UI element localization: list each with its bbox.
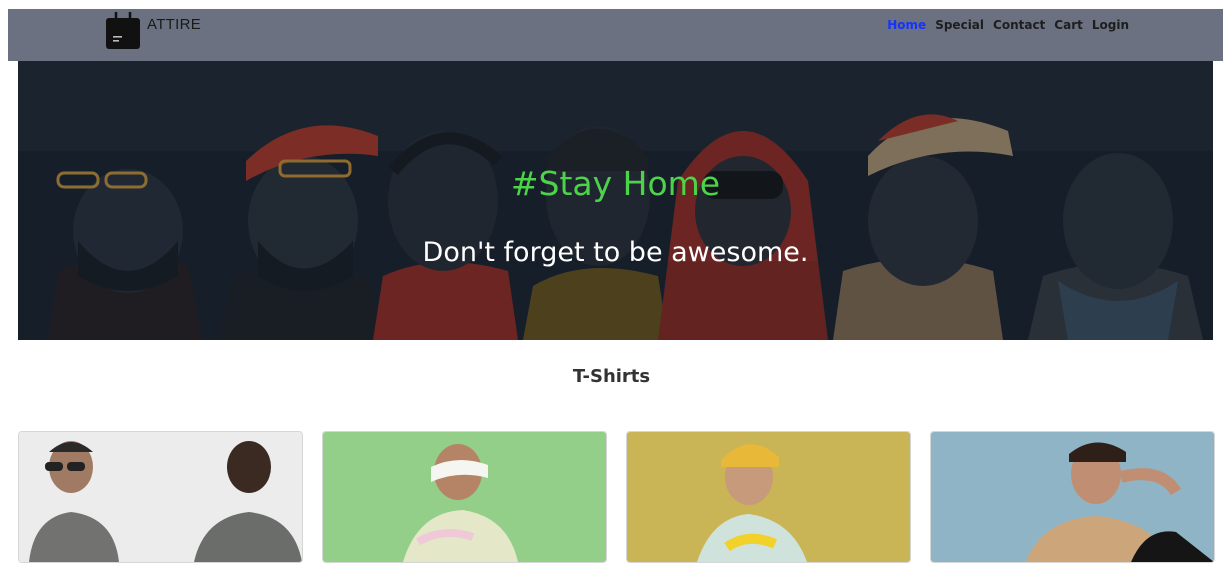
hero-banner: #Stay Home Don't forget to be awesome. — [18, 61, 1213, 340]
section-title: T-Shirts — [572, 366, 651, 387]
nav-link-home[interactable]: Home — [887, 18, 926, 32]
nav-link-cart[interactable]: Cart — [1054, 18, 1083, 32]
hero-title: #Stay Home — [510, 164, 721, 203]
shopping-bag-icon — [106, 12, 140, 49]
product-image[interactable] — [931, 432, 1214, 562]
product-card[interactable] — [930, 431, 1215, 563]
nav-link-special[interactable]: Special — [935, 18, 984, 32]
product-image[interactable] — [323, 432, 606, 562]
product-card[interactable] — [626, 431, 911, 563]
nav-link-login[interactable]: Login — [1092, 18, 1129, 32]
product-image[interactable] — [627, 432, 910, 562]
product-card[interactable] — [18, 431, 303, 563]
navbar: ATTIRE Home Special Contact Cart Login — [8, 9, 1223, 61]
product-card[interactable] — [322, 431, 607, 563]
hero-subtitle: Don't forget to be awesome. — [422, 237, 809, 268]
nav-link-contact[interactable]: Contact — [993, 18, 1045, 32]
nav-links: Home Special Contact Cart Login — [887, 18, 1129, 32]
product-image[interactable] — [19, 432, 302, 562]
brand-name[interactable]: ATTIRE — [147, 16, 201, 33]
